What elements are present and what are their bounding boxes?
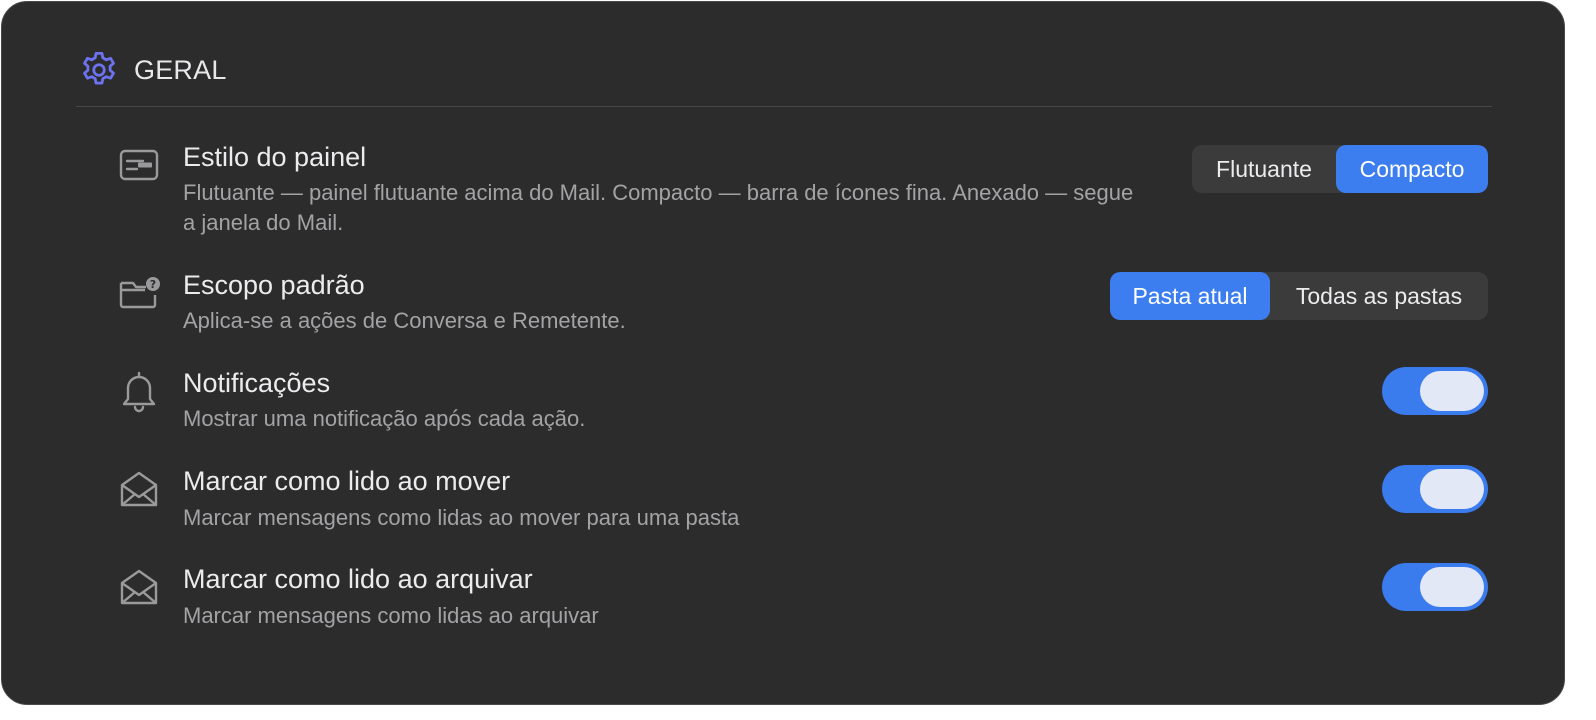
setting-title: Marcar como lido ao mover: [183, 466, 511, 496]
toggle-knob: [1420, 371, 1484, 411]
notifications-toggle[interactable]: [1382, 367, 1488, 415]
segment-todas-as-pastas[interactable]: Todas as pastas: [1270, 272, 1488, 320]
section-title: GERAL: [134, 54, 227, 85]
section-header: GERAL: [78, 48, 227, 92]
mark-read-on-archive-toggle[interactable]: [1382, 563, 1488, 611]
svg-text:?: ?: [150, 278, 156, 291]
setting-title: Estilo do painel: [183, 142, 367, 172]
setting-title: Notificações: [183, 368, 331, 398]
settings-panel: GERAL Estilo do painel Flutuante — paine…: [1, 1, 1565, 705]
setting-description: Aplica-se a ações de Conversa e Remetent…: [183, 308, 626, 333]
setting-description: Mostrar uma notificação após cada ação.: [183, 406, 586, 431]
setting-description: Marcar mensagens como lidas ao mover par…: [183, 505, 740, 530]
bell-icon: [116, 368, 162, 414]
section-divider: [76, 106, 1492, 107]
panel-style-segmented-control: Flutuante Compacto: [1192, 145, 1488, 193]
segment-pasta-atual[interactable]: Pasta atual: [1110, 272, 1270, 320]
open-envelope-icon: [116, 564, 162, 610]
setting-title: Escopo padrão: [183, 270, 365, 300]
toggle-knob: [1420, 469, 1484, 509]
segment-compacto[interactable]: Compacto: [1336, 145, 1488, 193]
segment-flutuante[interactable]: Flutuante: [1192, 145, 1336, 193]
default-scope-segmented-control: Pasta atual Todas as pastas: [1110, 272, 1488, 320]
setting-description: Marcar mensagens como lidas ao arquivar: [183, 603, 599, 628]
setting-description: Flutuante — painel flutuante acima do Ma…: [183, 180, 1134, 235]
gear-icon: [78, 49, 120, 91]
folder-question-icon: ?: [116, 270, 162, 316]
open-envelope-icon: [116, 466, 162, 512]
panel-layout-icon: [116, 142, 162, 188]
toggle-knob: [1420, 567, 1484, 607]
setting-title: Marcar como lido ao arquivar: [183, 564, 533, 594]
mark-read-on-move-toggle[interactable]: [1382, 465, 1488, 513]
